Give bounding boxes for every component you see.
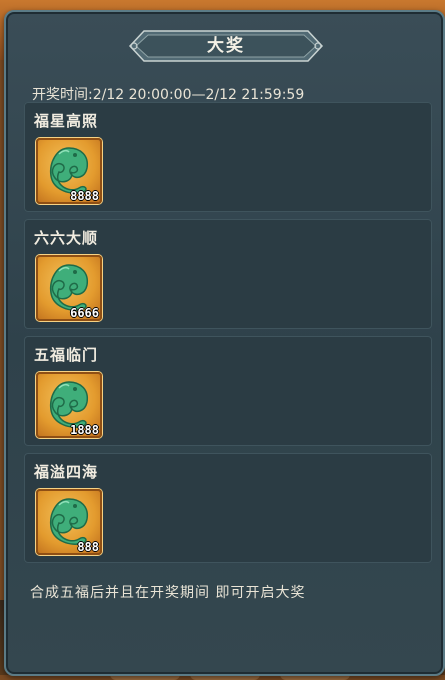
prize-name: 六六大顺 [34, 229, 99, 247]
item-count: 8888 [70, 189, 99, 203]
prize-name: 五福临门 [34, 346, 99, 364]
item-slot[interactable]: 8888 [36, 138, 102, 204]
prize-card: 五福临门 1888 [24, 336, 432, 446]
dialog-title: 大奖 [207, 36, 245, 56]
item-slot[interactable]: 888 [36, 489, 102, 555]
dialog-title-bar: 大奖 [126, 27, 326, 65]
prize-card: 六六大顺 6666 [24, 219, 432, 329]
prize-card: 福星高照 8888 [24, 102, 432, 212]
item-slot[interactable]: 1888 [36, 372, 102, 438]
open-time-text: 开奖时间:2/12 20:00:00—2/12 21:59:59 [32, 87, 305, 103]
prize-name: 福星高照 [34, 112, 99, 130]
item-count: 1888 [70, 423, 99, 437]
footer-note: 合成五福后并且在开奖期间 即可开启大奖 [30, 585, 306, 601]
prize-card: 福溢四海 888 [24, 453, 432, 563]
item-count: 888 [77, 540, 99, 554]
item-slot[interactable]: 6666 [36, 255, 102, 321]
grand-prize-dialog: 大奖 开奖时间:2/12 20:00:00—2/12 21:59:59 福星高照… [4, 10, 445, 676]
item-count: 6666 [70, 306, 99, 320]
prize-name: 福溢四海 [34, 463, 99, 481]
